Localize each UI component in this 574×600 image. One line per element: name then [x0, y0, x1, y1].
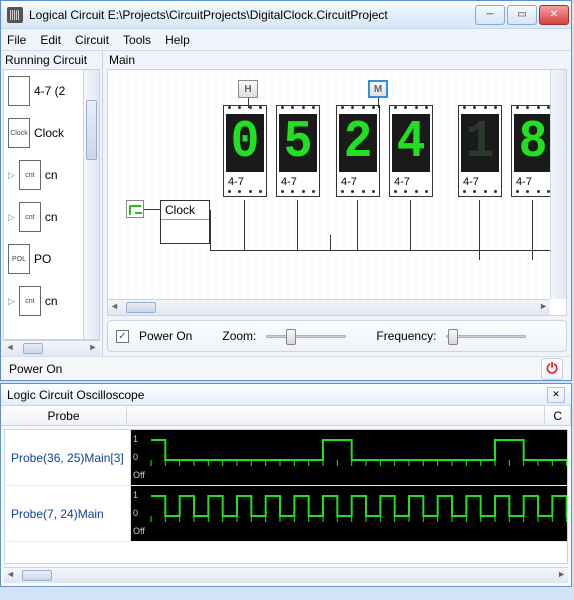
list-item-label: PO	[34, 252, 51, 266]
power-checkbox[interactable]: ✓	[116, 330, 129, 343]
chip-icon: cnt	[19, 202, 41, 232]
module-label: 4-7	[337, 174, 379, 190]
digit: 5	[284, 117, 313, 170]
oscilloscope-header: Probe C	[1, 406, 571, 426]
frequency-slider[interactable]	[446, 327, 526, 345]
canvas-vscrollbar[interactable]	[550, 70, 566, 299]
menu-help[interactable]: Help	[165, 33, 190, 47]
probe-row: Probe(7, 24)Main 1 0 Off	[5, 486, 567, 542]
digit: 1	[466, 117, 495, 170]
circuit-explorer[interactable]: 4-7 (2 ClockClock ▷cntcn ▷cntcn POLPO ▷c…	[3, 69, 100, 340]
chip-icon: cnt	[19, 160, 41, 190]
seven-seg-module[interactable]: 54-7	[276, 105, 320, 197]
expand-icon[interactable]: ▷	[8, 296, 15, 307]
digit: 4	[397, 117, 426, 170]
sidebar: Running Circuit 4-7 (2 ClockClock ▷cntcn…	[1, 51, 103, 356]
seven-seg-module[interactable]: 44-7	[389, 105, 433, 197]
clock-source-icon[interactable]	[126, 200, 144, 218]
menu-circuit[interactable]: Circuit	[75, 33, 109, 47]
statusbar: Power On ⏻	[1, 356, 571, 380]
module-label: 4-7	[224, 174, 266, 190]
close-button[interactable]: ✕	[539, 5, 569, 25]
clock-chip-label: Clock	[161, 201, 209, 220]
oscilloscope-close-icon[interactable]: ✕	[547, 387, 565, 403]
minimize-button[interactable]: ─	[475, 5, 505, 25]
probe-row: Probe(36, 25)Main[3] 1 0 Off	[5, 430, 567, 486]
oscilloscope-body: Probe(36, 25)Main[3] 1 0 Off Probe(7, 24…	[4, 429, 568, 564]
probe-label[interactable]: Probe(7, 24)Main	[5, 486, 131, 541]
titlebar[interactable]: Logical Circuit E:\Projects\CircuitProje…	[1, 1, 571, 29]
module-label: 4-7	[277, 174, 319, 190]
menu-file[interactable]: File	[7, 33, 26, 47]
power-button-icon[interactable]: ⏻	[541, 358, 563, 380]
frequency-label: Frequency:	[376, 329, 436, 343]
list-item-label: cn	[45, 210, 58, 224]
button-h[interactable]: H	[238, 80, 258, 98]
axis-label: 1	[133, 434, 138, 444]
seven-seg-module[interactable]: 14-7	[458, 105, 502, 197]
list-item-label: 4-7 (2	[34, 84, 65, 98]
sidebar-vscrollbar[interactable]	[83, 70, 99, 339]
power-label: Power On	[139, 329, 192, 343]
status-text: Power On	[9, 362, 62, 376]
chip-icon: POL	[8, 244, 30, 274]
list-item-label: cn	[45, 294, 58, 308]
menu-edit[interactable]: Edit	[40, 33, 61, 47]
expand-icon[interactable]: ▷	[8, 170, 15, 181]
chip-icon: Clock	[8, 118, 30, 148]
list-item-label: Clock	[34, 126, 64, 140]
axis-label: Off	[133, 470, 145, 480]
digit: 8	[519, 117, 548, 170]
seven-seg-module[interactable]: 04-7	[223, 105, 267, 197]
digit: 2	[344, 117, 373, 170]
oscilloscope-hscrollbar[interactable]	[4, 567, 568, 583]
probe-plot[interactable]: 1 0 Off	[131, 486, 567, 541]
clock-chip[interactable]: Clock	[160, 200, 210, 244]
circuit-canvas[interactable]: H M 04-7 54-7 24-7 44-7	[108, 70, 550, 299]
list-item-label: cn	[45, 168, 58, 182]
button-m[interactable]: M	[368, 80, 388, 98]
chip-icon: cnt	[19, 286, 41, 316]
app-icon	[7, 7, 23, 23]
chip-icon	[8, 76, 30, 106]
zoom-label: Zoom:	[222, 329, 256, 343]
canvas-hscrollbar[interactable]	[108, 299, 550, 315]
axis-label: 1	[133, 490, 138, 500]
oscilloscope-title: Logic Circuit Oscilloscope	[7, 388, 144, 402]
canvas-title: Main	[103, 51, 571, 69]
maximize-button[interactable]: ▭	[507, 5, 537, 25]
seven-seg-module[interactable]: 24-7	[336, 105, 380, 197]
axis-label: 0	[133, 452, 138, 462]
module-label: 4-7	[512, 174, 550, 190]
col-c[interactable]: C	[545, 406, 571, 425]
seven-seg-module[interactable]: 84-7	[511, 105, 550, 197]
module-label: 4-7	[459, 174, 501, 190]
sidebar-hscrollbar[interactable]	[3, 340, 100, 356]
zoom-slider[interactable]	[266, 327, 346, 345]
col-probe[interactable]: Probe	[1, 406, 127, 425]
probe-label[interactable]: Probe(36, 25)Main[3]	[5, 430, 131, 485]
probe-plot[interactable]: 1 0 Off	[131, 430, 567, 485]
window-title: Logical Circuit E:\Projects\CircuitProje…	[29, 8, 475, 22]
sidebar-title: Running Circuit	[1, 51, 102, 69]
digit: 0	[231, 117, 260, 170]
expand-icon[interactable]: ▷	[8, 212, 15, 223]
axis-label: Off	[133, 526, 145, 536]
menubar: File Edit Circuit Tools Help	[1, 29, 571, 51]
menu-tools[interactable]: Tools	[123, 33, 151, 47]
oscilloscope-titlebar[interactable]: Logic Circuit Oscilloscope ✕	[1, 384, 571, 406]
module-label: 4-7	[390, 174, 432, 190]
axis-label: 0	[133, 508, 138, 518]
control-bar: ✓ Power On Zoom: Frequency:	[107, 320, 567, 352]
